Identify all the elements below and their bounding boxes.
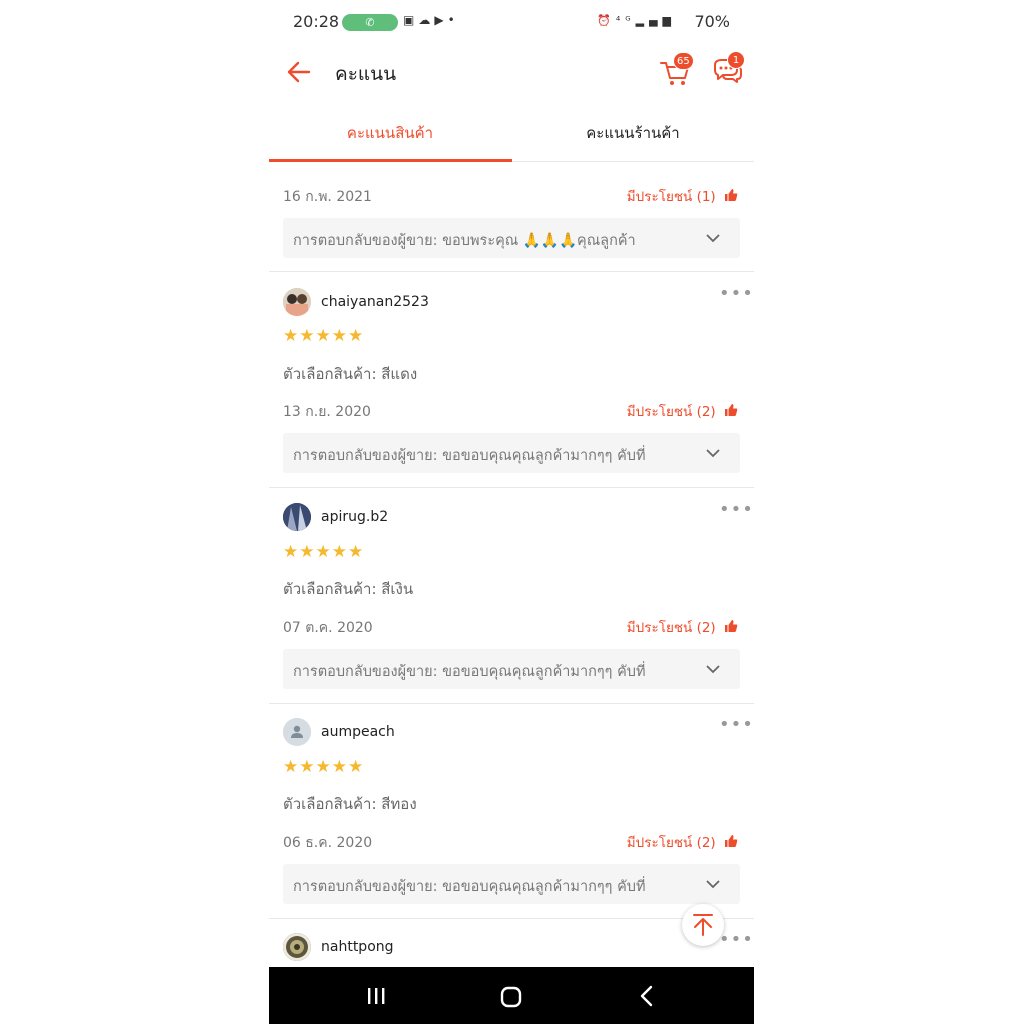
more-options-icon[interactable]: ••• (719, 714, 754, 735)
back-arrow-icon[interactable] (281, 54, 317, 90)
cart-badge: 65 (673, 52, 694, 70)
more-options-icon[interactable]: ••• (719, 499, 754, 520)
divider (269, 487, 754, 488)
rating-stars: ★★★★★ (283, 542, 365, 562)
status-bar: 20:28 ✆ ▣☁▶• ⏰⁴ᴳ▂▄▆ 70% (269, 0, 754, 44)
cart-button[interactable]: 65 (657, 52, 694, 90)
reviewer-username[interactable]: apirug.b2 (321, 509, 388, 525)
tab-shop-rating[interactable]: คะแนนร้านค้า (512, 110, 754, 162)
phone-icon[interactable]: ✆ (342, 14, 398, 31)
scroll-to-top-button[interactable] (682, 904, 724, 946)
seller-reply-text: การตอบกลับของผู้ขาย: ขอขอบคุณคุณลูกค้ามา… (293, 879, 646, 895)
helpful-label: มีประโยชน์ (2) (626, 404, 716, 420)
helpful-label: มีประโยชน์ (2) (626, 835, 716, 851)
app-header: คะแนน 65 1 (269, 44, 754, 102)
more-options-icon[interactable]: ••• (719, 283, 754, 304)
review-item: aumpeach ••• ★★★★★ ตัวเลือกสินค้า: สีทอง… (269, 704, 754, 919)
nav-back-icon[interactable] (636, 984, 658, 1008)
chat-button[interactable]: 1 (709, 51, 745, 90)
divider (269, 271, 754, 272)
avatar[interactable] (283, 718, 311, 746)
chat-badge: 1 (727, 51, 745, 69)
product-variant: ตัวเลือกสินค้า: สีแดง (283, 365, 418, 383)
rating-stars: ★★★★★ (283, 757, 365, 777)
battery-level: 70% (694, 12, 730, 31)
home-icon[interactable] (498, 984, 524, 1010)
status-time: 20:28 (293, 12, 340, 31)
chevron-down-icon[interactable] (703, 874, 723, 894)
recent-apps-icon[interactable] (365, 985, 387, 1007)
seller-reply[interactable]: การตอบกลับของผู้ขาย: ขอขอบคุณคุณลูกค้ามา… (283, 864, 740, 904)
reviewer-username[interactable]: aumpeach (321, 724, 395, 740)
rating-tabs: คะแนนสินค้า คะแนนร้านค้า (269, 110, 754, 162)
review-date: 16 ก.พ. 2021 (283, 189, 372, 205)
chevron-down-icon[interactable] (703, 443, 723, 463)
product-variant: ตัวเลือกสินค้า: สีทอง (283, 795, 417, 813)
default-avatar-icon (283, 718, 311, 746)
notification-icons: ▣☁▶• (403, 13, 459, 27)
seller-reply[interactable]: การตอบกลับของผู้ขาย: ขอบพระคุณ 🙏🙏🙏คุณลูก… (283, 218, 740, 258)
tab-product-rating[interactable]: คะแนนสินค้า (269, 110, 511, 162)
arrow-up-icon (693, 914, 713, 936)
helpful-button[interactable]: มีประโยชน์ (2) (627, 831, 738, 853)
helpful-button[interactable]: มีประโยชน์ (2) (627, 616, 738, 638)
reviewer-username[interactable]: chaiyanan2523 (321, 294, 429, 310)
active-tab-indicator (269, 159, 512, 162)
thumbs-up-icon (725, 835, 738, 847)
thumbs-up-icon (725, 404, 738, 416)
reviewer-username[interactable]: nahttpong (321, 939, 394, 955)
page-title: คะแนน (335, 64, 397, 85)
seller-reply[interactable]: การตอบกลับของผู้ขาย: ขอขอบคุณคุณลูกค้ามา… (283, 649, 740, 689)
product-variant: ตัวเลือกสินค้า: สีเงิน (283, 580, 414, 598)
more-options-icon[interactable]: ••• (719, 929, 754, 950)
chevron-down-icon[interactable] (703, 659, 723, 679)
review-item: chaiyanan2523 ••• ★★★★★ ตัวเลือกสินค้า: … (269, 273, 754, 489)
avatar[interactable] (283, 503, 311, 531)
review-date: 13 ก.ย. 2020 (283, 404, 371, 420)
helpful-label: มีประโยชน์ (2) (626, 620, 716, 636)
system-nav-bar (269, 967, 754, 1024)
avatar[interactable] (283, 288, 311, 316)
seller-reply-text: การตอบกลับของผู้ขาย: ขอบพระคุณ 🙏🙏🙏คุณลูก… (293, 233, 636, 249)
helpful-button[interactable]: มีประโยชน์ (2) (627, 400, 738, 422)
app-screen: 20:28 ✆ ▣☁▶• ⏰⁴ᴳ▂▄▆ 70% คะแนน 65 1 คะแนน… (269, 0, 754, 1024)
seller-reply-text: การตอบกลับของผู้ขาย: ขอขอบคุณคุณลูกค้ามา… (293, 448, 646, 464)
chevron-down-icon[interactable] (703, 228, 723, 248)
rating-stars: ★★★★★ (283, 326, 365, 346)
review-item: 16 ก.พ. 2021 มีประโยชน์ (1) การตอบกลับขอ… (269, 163, 754, 273)
review-date: 06 ธ.ค. 2020 (283, 835, 373, 851)
thumbs-up-icon (725, 189, 738, 201)
review-date: 07 ต.ค. 2020 (283, 620, 373, 636)
review-item: apirug.b2 ••• ★★★★★ ตัวเลือกสินค้า: สีเง… (269, 489, 754, 704)
seller-reply-text: การตอบกลับของผู้ขาย: ขอขอบคุณคุณลูกค้ามา… (293, 664, 646, 680)
avatar[interactable] (283, 933, 311, 961)
thumbs-up-icon (725, 620, 738, 632)
helpful-button[interactable]: มีประโยชน์ (1) (627, 185, 738, 207)
helpful-label: มีประโยชน์ (1) (626, 189, 716, 205)
system-icons: ⏰⁴ᴳ▂▄▆ (597, 14, 676, 27)
seller-reply[interactable]: การตอบกลับของผู้ขาย: ขอขอบคุณคุณลูกค้ามา… (283, 433, 740, 473)
